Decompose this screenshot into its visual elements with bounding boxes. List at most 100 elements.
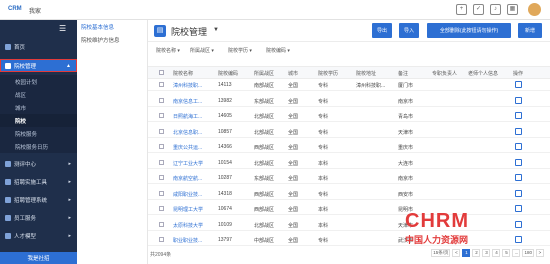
bell-icon[interactable]: ♪	[490, 4, 501, 15]
filter-zone[interactable]: 所属战区 ▾	[190, 47, 214, 54]
cell-school-name[interactable]: 昆明理工大学	[173, 206, 203, 213]
export-button[interactable]: 导出	[372, 23, 392, 38]
edit-icon[interactable]	[515, 81, 522, 88]
table-row[interactable]: 咸阳职业技... 14318 西部战区 全国 专科 西安市	[148, 188, 550, 200]
sidebar-subitem-city[interactable]: 城市	[0, 101, 77, 114]
table-row[interactable]: 南京航空航... 10287 东部战区 全国 本科 南京市	[148, 172, 550, 184]
sidebar-subitem-campus-plan[interactable]: 校园计划	[0, 75, 77, 88]
cell-city: 全国	[288, 222, 299, 229]
subnav-item-basic-info[interactable]: 院校基本信息	[77, 21, 148, 33]
sidebar-subitem-zone[interactable]: 战区	[0, 88, 77, 101]
edit-icon[interactable]	[515, 143, 522, 150]
grid-icon[interactable]: ▦	[507, 4, 518, 15]
cell-education: 专科	[318, 145, 329, 151]
cell-school-code: 13982	[218, 97, 232, 104]
cell-school-name[interactable]: 北京信息职...	[173, 129, 202, 136]
avatar[interactable]	[528, 3, 541, 16]
sidebar-subitem-service-calendar[interactable]: 院校服务日历	[0, 140, 77, 153]
add-button[interactable]: 新增	[518, 23, 542, 38]
cell-zone: 北部战区	[254, 129, 275, 136]
cell-school-code: 10154	[218, 159, 232, 166]
page-title: 院校管理	[171, 27, 208, 37]
row-checkbox[interactable]	[159, 144, 164, 149]
cell-school-name[interactable]: 南京信息工...	[173, 98, 202, 105]
cell-city: 全国	[288, 191, 299, 198]
watermark: CHRM 中国人力资源网	[405, 210, 545, 260]
cell-city: 全国	[288, 176, 299, 182]
edit-icon[interactable]	[515, 96, 522, 104]
sidebar-item-talent-model[interactable]: 人才模型 ▸	[0, 229, 77, 242]
col-action: 操作	[513, 71, 524, 77]
edit-icon[interactable]	[515, 158, 522, 166]
row-checkbox[interactable]	[159, 237, 164, 242]
delete-all-button[interactable]: 全部删除(此按钮请勿操作)	[427, 23, 511, 38]
service-icon	[5, 214, 11, 221]
cell-zone: 北部战区	[254, 222, 275, 229]
chevron-down-icon[interactable]: ▼	[213, 27, 219, 33]
sidebar-subitem-school[interactable]: 院校	[0, 114, 77, 127]
edit-icon[interactable]	[515, 174, 522, 181]
row-checkbox[interactable]	[159, 175, 164, 180]
top-bar: CRM 我家 + ✓ ♪ ▦	[0, 0, 550, 20]
cell-remark: 南京市	[398, 176, 414, 182]
cell-city: 全国	[288, 238, 299, 244]
table-row[interactable]: 南京信息工... 13982 东部战区 全国 专科 南京市	[148, 95, 550, 107]
table-row[interactable]: 辽宁工业大学 10154 北部战区 全国 本科 大连市	[148, 157, 550, 169]
col-address: 院校地址	[356, 71, 377, 77]
cell-school-name[interactable]: 太原科技大学	[173, 222, 203, 229]
sidebar-bottom-button[interactable]: 我是社招	[0, 252, 77, 264]
cell-remark: 西安市	[398, 191, 414, 198]
row-checkbox[interactable]	[159, 82, 164, 87]
filter-education[interactable]: 院校学历 ▾	[228, 47, 252, 54]
home-icon	[5, 43, 11, 50]
select-all-checkbox[interactable]	[159, 70, 164, 75]
add-icon[interactable]: +	[456, 4, 467, 15]
table-row[interactable]: 日照航海工... 14605 北部战区 全国 专科 青岛市	[148, 110, 550, 122]
filter-school-name[interactable]: 院校名称 ▾	[156, 47, 180, 54]
row-checkbox[interactable]	[159, 113, 164, 118]
table-row[interactable]: 重庆公共运... 14366 西部战区 全国 专科 重庆市	[148, 141, 550, 153]
sidebar-item-assessment[interactable]: 测评中心 ▸	[0, 157, 77, 170]
row-checkbox[interactable]	[159, 190, 164, 196]
cell-school-code: 14113	[218, 82, 232, 88]
cell-school-code: 10674	[218, 206, 232, 212]
cell-education: 本科	[318, 207, 329, 213]
cell-school-name[interactable]: 职业职业技...	[173, 237, 202, 244]
sidebar-item-employee-service[interactable]: 员工服务 ▸	[0, 211, 77, 224]
table-row[interactable]: 漳州科技职... 14113 南部战区 全国 专科 漳州科技职... 厦门市	[148, 79, 550, 91]
cell-address: 漳州科技职...	[356, 83, 386, 89]
check-icon[interactable]: ✓	[473, 4, 484, 15]
cell-school-name[interactable]: 重庆公共运...	[173, 144, 202, 151]
import-button[interactable]: 导入	[399, 23, 419, 38]
cell-city: 全国	[288, 160, 299, 167]
subnav-item-maintainer-info[interactable]: 院校维护方信息	[77, 34, 148, 46]
cell-zone: 中部战区	[254, 238, 275, 244]
sidebar-item-school-management[interactable]: 院校管理 ▲	[0, 59, 77, 72]
edit-icon[interactable]	[515, 189, 522, 197]
sidebar-item-recruit-tools[interactable]: 招聘实施工具 ▸	[0, 175, 77, 188]
menu-collapse-icon[interactable]: ☰	[59, 24, 66, 33]
edit-icon[interactable]	[515, 112, 522, 119]
cell-remark: 南京市	[398, 98, 414, 105]
cell-remark: 天津市	[398, 129, 414, 136]
edit-icon[interactable]	[515, 127, 522, 135]
cell-school-name[interactable]: 南京航空航...	[173, 175, 202, 182]
sidebar-item-home[interactable]: 首页	[0, 40, 77, 53]
model-icon	[5, 232, 11, 239]
cell-school-name[interactable]: 漳州科技职...	[173, 82, 202, 89]
cell-school-name[interactable]: 辽宁工业大学	[173, 160, 203, 167]
brand-name: 我家	[29, 9, 42, 15]
row-checkbox[interactable]	[159, 221, 164, 227]
row-checkbox[interactable]	[159, 159, 164, 165]
cell-school-name[interactable]: 日照航海工...	[173, 113, 202, 120]
table-row[interactable]: 北京信息职... 10857 北部战区 全国 专科 天津市	[148, 126, 550, 138]
row-checkbox[interactable]	[159, 97, 164, 103]
row-checkbox[interactable]	[159, 206, 164, 211]
sidebar-subitem-school-service[interactable]: 院校服务	[0, 127, 77, 140]
row-checkbox[interactable]	[159, 128, 164, 134]
filter-school-code[interactable]: 院校编码 ▾	[266, 47, 290, 54]
sidebar-item-recruit-system[interactable]: 招聘管理系统 ▸	[0, 193, 77, 206]
sidebar: ☰ 首页 院校管理 ▲ 校园计划 战区 城市 院校 院校服务 院校服务日历 测评…	[0, 20, 77, 264]
cell-school-code: 10857	[218, 128, 232, 135]
cell-school-name[interactable]: 咸阳职业技...	[173, 191, 202, 198]
